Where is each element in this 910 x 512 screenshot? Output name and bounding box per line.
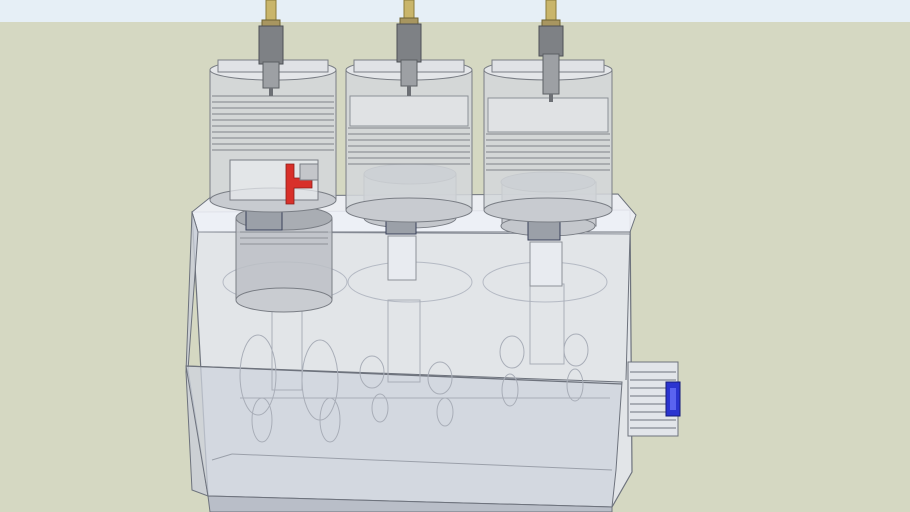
spark-plug-icon	[538, 0, 564, 102]
crankcase	[185, 365, 623, 508]
spark-plug-icon	[258, 0, 284, 96]
gear-icon	[627, 361, 681, 437]
spark-plug-icon	[396, 0, 422, 96]
engine-model[interactable]	[0, 0, 910, 512]
model-viewport[interactable]	[0, 0, 910, 512]
